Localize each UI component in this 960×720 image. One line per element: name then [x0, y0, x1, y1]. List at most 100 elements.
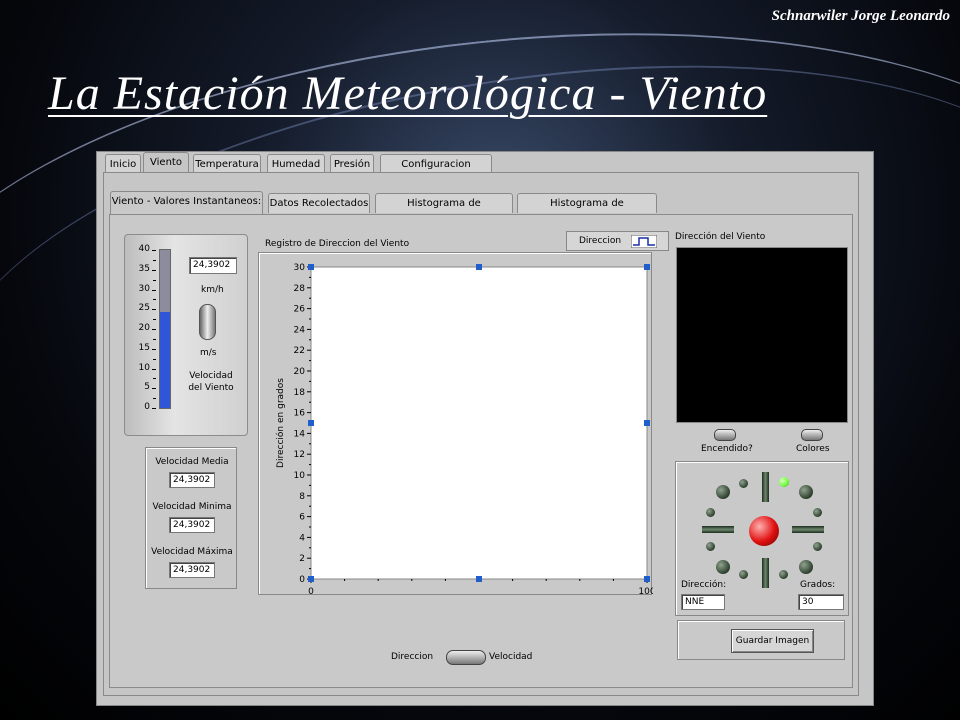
y-tick-label: 14	[294, 429, 306, 439]
y-tick-label: 30	[294, 263, 306, 273]
gauge-tick-label: 40	[138, 244, 150, 254]
gauge-tick-label: 0	[144, 402, 150, 412]
compass-bar-south	[762, 558, 769, 588]
minima-value: 24,3902	[169, 517, 215, 533]
gauge-tick-mark	[152, 408, 156, 409]
compass-led-ese	[813, 542, 822, 551]
slide-title: La Estación Meteorológica - Viento	[48, 67, 768, 120]
compass-center-led	[749, 516, 779, 546]
tab-configuracion-sistema[interactable]: Configuracion Sistema	[380, 154, 492, 189]
tab-temperatura[interactable]: Temperatura	[193, 154, 261, 173]
compass-led-wnw	[706, 508, 715, 517]
y-tick-label: 10	[294, 471, 306, 481]
gauge-tick-label: 30	[138, 283, 150, 294]
unit-toggle-switch[interactable]	[199, 304, 216, 340]
guardar-imagen-button[interactable]: Guardar Imagen	[731, 629, 814, 653]
y-tick-label: 0	[299, 575, 305, 585]
selection-handle	[644, 576, 650, 582]
gauge-minor-tick	[153, 358, 156, 360]
y-tick-label: 28	[294, 284, 306, 294]
selection-handle	[308, 264, 314, 270]
tab-inicio[interactable]: Inicio	[105, 154, 141, 173]
gauge-minor-tick	[153, 338, 156, 340]
gauge-minor-tick	[153, 378, 156, 380]
speed-gauge-panel: 40 35 30 25 20 15 10 5 0 24,3902 km/h m/s Veloci…	[124, 234, 248, 436]
y-axis-label: Dirección en grados	[275, 378, 286, 468]
speed-gauge-label-2: del Viento	[188, 383, 234, 393]
gauge-tick-mark	[152, 329, 156, 330]
direccion-velocidad-switch[interactable]	[446, 650, 486, 665]
y-tick-label: 16	[294, 409, 306, 419]
compass-panel: Dirección: NNE Grados: 30	[675, 461, 849, 616]
gauge-tick-label: 15	[138, 342, 150, 353]
gauge-tick-mark	[152, 348, 156, 350]
compass-bar-east	[792, 526, 824, 533]
tab-humedad[interactable]: Humedad	[267, 154, 325, 173]
y-tick-label: 24	[294, 325, 306, 335]
graph-legend[interactable]: Direccion	[566, 231, 669, 251]
gauge-minor-tick	[153, 299, 156, 301]
media-label: Velocidad Media	[155, 457, 229, 467]
compass-led-ene	[813, 508, 822, 517]
switch-right-label: Velocidad	[489, 652, 533, 662]
maxima-label: Velocidad Máxima	[151, 547, 233, 557]
speed-stats-panel: Velocidad Media 24,3902 Velocidad Minima…	[145, 447, 237, 589]
encendido-switch[interactable]	[714, 429, 736, 441]
y-tick-label: 20	[294, 367, 306, 377]
switch-left-label: Direccion	[391, 652, 434, 662]
compass-led-ssw	[739, 570, 748, 579]
viento-tab-panel: Viento - Valores Instantaneos: Datos Rec…	[103, 172, 859, 696]
selection-handle	[476, 264, 482, 270]
plot-area	[310, 266, 648, 580]
direccion-value: NNE	[681, 594, 725, 610]
subtab-histograma-velocidades[interactable]: Histograma de Velocidades:	[375, 193, 513, 229]
y-tick-label: 4	[299, 533, 305, 543]
compass-led-wsw	[706, 542, 715, 551]
gauge-tick-mark	[152, 309, 156, 311]
tab-viento[interactable]: Viento	[143, 152, 189, 174]
y-tick-label: 2	[299, 554, 305, 564]
compass-led-se	[799, 560, 813, 574]
colores-switch[interactable]	[801, 429, 823, 441]
direction-graph[interactable]: 3028262422201816141210864200 100Dirección…	[259, 253, 653, 596]
unit-kmh-label: km/h	[201, 285, 224, 295]
gauge-tick-mark	[152, 250, 156, 251]
tab-presion[interactable]: Presión	[330, 154, 374, 173]
y-tick-label: 26	[294, 305, 306, 315]
y-tick-label: 6	[299, 513, 305, 523]
gauge-tick-mark	[152, 269, 156, 271]
graph-frame: 30 28 26 24 22 20 18 16 14 12 10 8 6 4 2 0 0 100 Dirección…	[258, 252, 653, 596]
x-tick-label: 0	[308, 587, 314, 596]
unit-ms-label: m/s	[200, 348, 217, 358]
compass-bar-north	[762, 472, 769, 502]
author-name: Schnarwiler Jorge Leonardo	[771, 8, 950, 24]
speed-gauge-track	[159, 249, 171, 409]
gauge-tick-label: 35	[138, 263, 150, 274]
subtab-histograma-direcciones[interactable]: Histograma de Direcciones:	[517, 193, 657, 229]
gauge-minor-tick	[153, 319, 156, 321]
x-tick-label: 100	[638, 587, 653, 596]
subtab-valores-instantaneos[interactable]: Viento - Valores Instantaneos:	[110, 191, 263, 214]
valores-instantaneos-panel: 40 35 30 25 20 15 10 5 0 24,3902 km/h m/s Veloci…	[109, 214, 853, 688]
grados-label: Grados:	[800, 580, 836, 590]
gauge-tick-mark	[152, 368, 156, 370]
gauge-tick-mark	[152, 289, 156, 291]
direccion-label: Dirección:	[681, 580, 727, 590]
gauge-minor-tick	[153, 259, 156, 261]
compass-led-sw	[716, 560, 730, 574]
subtab-datos-recolectados[interactable]: Datos Recolectados	[268, 193, 370, 213]
selection-handle	[644, 264, 650, 270]
compass-led-ne	[799, 485, 813, 499]
maxima-value: 24,3902	[169, 562, 215, 578]
direction-display	[676, 247, 848, 423]
gauge-minor-tick	[153, 398, 156, 400]
minima-label: Velocidad Minima	[152, 502, 232, 512]
y-tick-label: 18	[294, 388, 306, 398]
speed-gauge-label-1: Velocidad	[189, 371, 233, 381]
gauge-tick-label: 20	[138, 323, 150, 333]
speed-value-display: 24,3902	[189, 257, 237, 274]
media-value: 24,3902	[169, 472, 215, 488]
direction-title: Dirección del Viento	[675, 232, 766, 242]
graph-title: Registro de Direccion del Viento	[265, 239, 410, 249]
colores-label: Colores	[796, 444, 830, 454]
